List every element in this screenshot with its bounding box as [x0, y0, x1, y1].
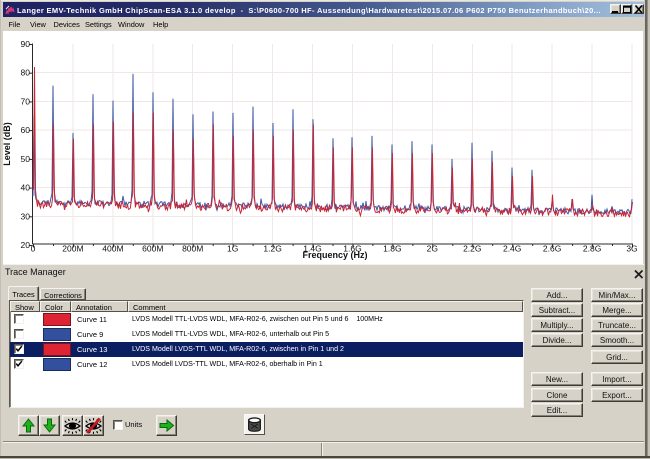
svg-text:40: 40 [21, 183, 31, 193]
svg-text:20: 20 [21, 240, 31, 250]
svg-text:400M: 400M [102, 244, 123, 254]
svg-text:0: 0 [31, 244, 36, 254]
svg-text:30: 30 [21, 211, 31, 221]
svg-text:200M: 200M [62, 244, 83, 254]
svg-text:Level (dB): Level (dB) [3, 122, 12, 166]
svg-text:90: 90 [21, 39, 31, 49]
svg-text:60: 60 [21, 125, 31, 135]
svg-text:80: 80 [21, 68, 31, 78]
svg-text:2.4G: 2.4G [503, 244, 521, 254]
svg-text:2.8G: 2.8G [583, 244, 601, 254]
svg-text:1.2G: 1.2G [263, 244, 281, 254]
svg-text:800M: 800M [182, 244, 203, 254]
svg-text:2.6G: 2.6G [543, 244, 561, 254]
svg-text:1G: 1G [227, 244, 238, 254]
svg-text:Frequency (Hz): Frequency (Hz) [302, 250, 367, 260]
svg-text:2G: 2G [427, 244, 438, 254]
svg-text:600M: 600M [142, 244, 163, 254]
svg-text:1.8G: 1.8G [383, 244, 401, 254]
svg-text:50: 50 [21, 154, 31, 164]
svg-text:2.2G: 2.2G [463, 244, 481, 254]
svg-text:70: 70 [21, 96, 31, 106]
svg-text:3G: 3G [626, 244, 637, 254]
